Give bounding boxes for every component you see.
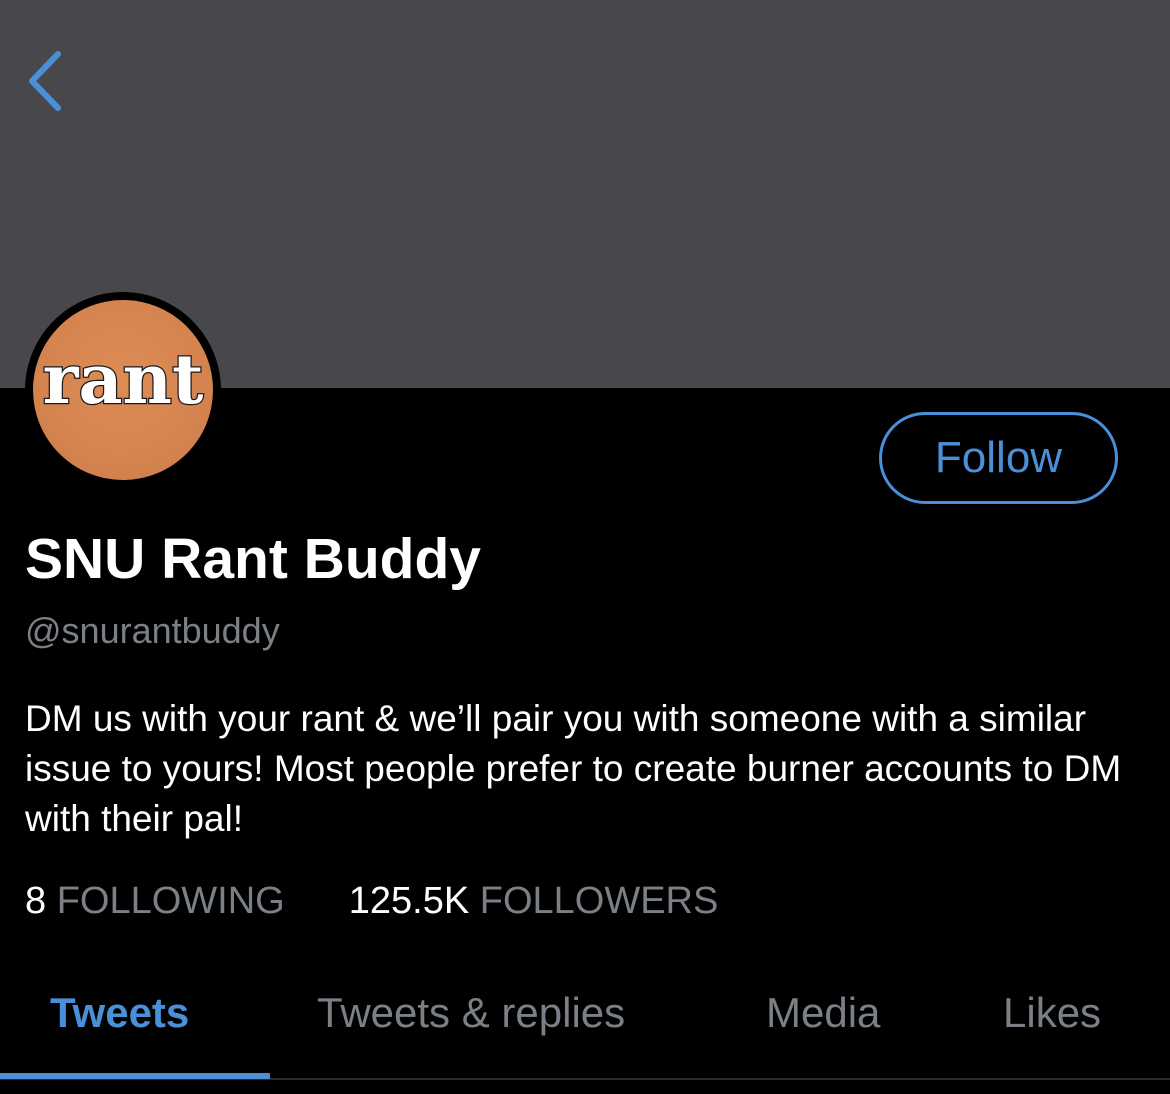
follow-button[interactable]: Follow [879, 412, 1118, 504]
profile-bio: DM us with your rant & we’ll pair you wi… [25, 698, 1122, 839]
followers-count: 125.5K [348, 880, 470, 922]
avatar-image: rant [33, 300, 213, 480]
profile-page: rant Follow SNU Rant Buddy @snurantbuddy… [0, 0, 1170, 1094]
user-handle: @snurantbuddy [25, 610, 280, 651]
profile-stats: 8 FOLLOWING 125.5K FOLLOWERS [25, 876, 718, 926]
followers-stat[interactable]: 125.5K FOLLOWERS [349, 876, 719, 926]
tab-tweets-and-replies[interactable]: Tweets & replies [317, 980, 625, 1050]
profile-tabs: Tweets Tweets & replies Media Likes [0, 980, 1170, 1080]
tab-media[interactable]: Media [766, 980, 880, 1050]
back-button[interactable] [22, 48, 70, 114]
following-stat[interactable]: 8 FOLLOWING [25, 876, 285, 926]
followers-label: FOLLOWERS [479, 880, 719, 922]
active-tab-indicator [0, 1073, 270, 1079]
following-count: 8 [25, 880, 47, 922]
chevron-left-icon [29, 51, 61, 111]
tab-tweets[interactable]: Tweets [50, 980, 189, 1050]
following-label: FOLLOWING [56, 880, 285, 922]
avatar[interactable]: rant [25, 292, 221, 488]
display-name: SNU Rant Buddy [25, 527, 481, 591]
avatar-logo-text: rant [41, 339, 204, 422]
tab-likes[interactable]: Likes [1003, 980, 1101, 1050]
